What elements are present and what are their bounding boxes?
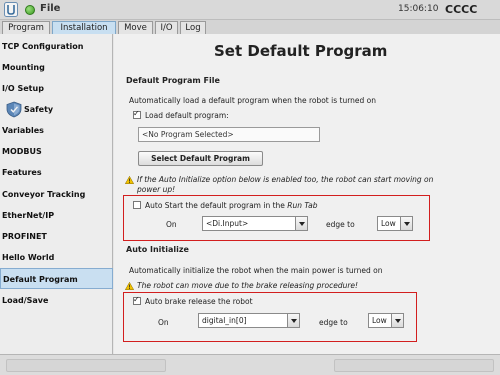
connection-status-icon <box>25 5 35 15</box>
page-title: Set Default Program <box>214 42 388 60</box>
sidebar-item-default-program[interactable]: Default Program <box>0 268 113 289</box>
auto-brake-release-checkbox[interactable] <box>133 295 141 305</box>
bottom-bar <box>0 354 500 375</box>
autostart-on-label: On <box>166 220 177 229</box>
bottom-bar-slot-left <box>6 359 166 372</box>
tab-installation[interactable]: Installation <box>52 21 116 34</box>
auto-initialize-description: Automatically initialize the robot when … <box>129 266 383 275</box>
autostart-warning-line2: power up! <box>137 185 176 194</box>
sidebar-item-features[interactable]: Features <box>0 162 113 183</box>
brake-edge-select-value: Low <box>372 316 387 325</box>
sidebar-item-mounting[interactable]: Mounting <box>0 57 113 78</box>
brake-warning: The robot can move due to the brake rele… <box>137 281 359 290</box>
brake-on-label: On <box>158 318 169 327</box>
autostart-edge-label: edge to <box>326 220 355 229</box>
load-default-program-label: Load default program: <box>145 111 229 120</box>
sidebar-item-hello-world[interactable]: Hello World <box>0 247 113 268</box>
sidebar-item-modbus[interactable]: MODBUS <box>0 141 113 162</box>
brake-edge-select[interactable]: Low <box>368 313 404 328</box>
section-heading-auto-initialize: Auto Initialize <box>126 245 189 254</box>
robot-name: CCCC <box>445 3 478 16</box>
sidebar-item-load-save[interactable]: Load/Save <box>0 290 113 311</box>
shield-icon <box>6 101 22 118</box>
autostart-edge-select[interactable]: Low <box>377 216 413 231</box>
sidebar-item-variables[interactable]: Variables <box>0 120 113 141</box>
sidebar-item-tcp-configuration[interactable]: TCP Configuration <box>0 36 113 57</box>
autostart-label-text: Auto Start the default program in the <box>145 201 288 210</box>
default-program-field: <No Program Selected> <box>138 127 320 142</box>
brake-input-select[interactable]: digital_in[0] <box>198 313 300 328</box>
tab-log[interactable]: Log <box>180 21 206 34</box>
autostart-warning-line1: If the Auto Initialize option below is e… <box>137 175 434 184</box>
tab-io[interactable]: I/O <box>155 21 178 34</box>
load-default-program-checkbox[interactable] <box>133 109 141 119</box>
file-menu[interactable]: File <box>40 3 60 14</box>
chevron-down-icon <box>400 217 412 230</box>
tab-bar: Program Installation Move I/O Log <box>0 20 500 34</box>
auto-brake-release-label: Auto brake release the robot <box>145 297 253 306</box>
sidebar-item-io-setup[interactable]: I/O Setup <box>0 78 113 99</box>
chevron-down-icon <box>391 314 403 327</box>
brake-input-select-value: digital_in[0] <box>202 316 247 325</box>
sidebar-item-conveyor-tracking[interactable]: Conveyor Tracking <box>0 184 113 205</box>
sidebar-item-ethernet-ip[interactable]: EtherNet/IP <box>0 205 113 226</box>
autostart-edge-select-value: Low <box>381 219 396 228</box>
sidebar-item-safety[interactable]: Safety <box>0 99 113 120</box>
default-program-description: Automatically load a default program whe… <box>129 96 377 105</box>
autostart-label: Auto Start the default program in the Ru… <box>145 201 318 210</box>
sidebar: TCP Configuration Mounting I/O Setup Saf… <box>0 34 113 354</box>
ur-logo-icon <box>4 2 18 17</box>
brake-edge-label: edge to <box>319 318 348 327</box>
select-default-program-button[interactable]: Select Default Program <box>138 151 263 166</box>
autostart-checkbox[interactable] <box>133 201 141 209</box>
chevron-down-icon <box>287 314 299 327</box>
chevron-down-icon <box>295 217 307 230</box>
sidebar-item-profinet[interactable]: PROFINET <box>0 226 113 247</box>
autostart-input-select[interactable]: <Di.Input> <box>202 216 308 231</box>
warning-icon <box>125 176 134 184</box>
clock: 15:06:10 <box>398 4 439 14</box>
section-heading-default-program-file: Default Program File <box>126 76 220 85</box>
autostart-input-select-value: <Di.Input> <box>206 219 249 228</box>
autostart-label-tab: Run Tab <box>287 201 318 210</box>
bottom-bar-slot-right <box>334 359 494 372</box>
tab-program[interactable]: Program <box>2 21 50 34</box>
title-bar: File 15:06:10 CCCC <box>0 0 500 20</box>
tab-move[interactable]: Move <box>118 21 153 34</box>
warning-icon <box>125 282 134 290</box>
main-panel: Set Default Program Default Program File… <box>114 34 500 354</box>
